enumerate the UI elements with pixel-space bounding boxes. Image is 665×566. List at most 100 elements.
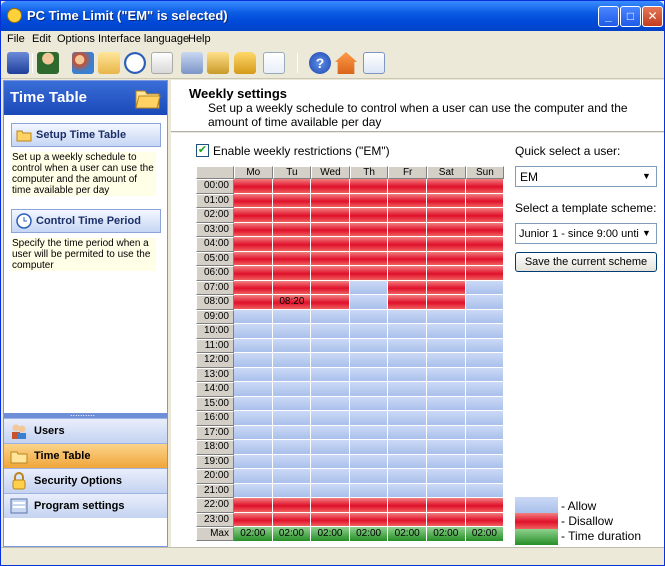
schedule-cell[interactable]: [465, 222, 505, 237]
user-select[interactable]: EM ▼: [515, 166, 657, 187]
schedule-cell[interactable]: [311, 222, 350, 237]
schedule-cell[interactable]: [272, 454, 312, 469]
schedule-cell[interactable]: [311, 208, 350, 223]
schedule-cell[interactable]: [349, 425, 389, 440]
maximize-button[interactable]: □: [620, 6, 641, 27]
table-settings-icon[interactable]: [181, 52, 203, 74]
schedule-cell[interactable]: [349, 251, 389, 266]
schedule-cell[interactable]: [349, 309, 389, 324]
schedule-cell[interactable]: [234, 498, 273, 513]
schedule-cell[interactable]: [465, 469, 505, 484]
save-icon[interactable]: [7, 52, 29, 74]
max-duration-cell[interactable]: 02:00: [427, 527, 466, 541]
nav-item-security-options[interactable]: Security Options: [4, 468, 167, 493]
schedule-cell[interactable]: [234, 425, 273, 440]
schedule-cell[interactable]: [234, 193, 273, 208]
schedule-cell[interactable]: [272, 483, 312, 498]
schedule-cell[interactable]: [427, 208, 466, 223]
schedule-cell[interactable]: [272, 512, 312, 527]
schedule-cell[interactable]: [388, 295, 427, 310]
schedule-cell[interactable]: [388, 309, 427, 324]
schedule-cell[interactable]: [465, 411, 505, 426]
schedule-cell[interactable]: [272, 309, 312, 324]
menu-edit[interactable]: Edit: [32, 33, 51, 45]
schedule-cell[interactable]: [388, 367, 427, 382]
control-time-period-button[interactable]: Control Time Period: [11, 209, 161, 233]
schedule-cell[interactable]: [272, 251, 312, 266]
max-duration-cell[interactable]: 02:00: [311, 527, 350, 541]
schedule-cell[interactable]: [272, 193, 312, 208]
schedule-cell[interactable]: [427, 280, 466, 295]
schedule-cell[interactable]: [272, 367, 312, 382]
schedule-cell[interactable]: [465, 483, 505, 498]
schedule-cell[interactable]: [388, 411, 427, 426]
schedule-cell[interactable]: [427, 324, 466, 339]
schedule-cell[interactable]: [349, 469, 389, 484]
schedule-cell[interactable]: [349, 454, 389, 469]
help-icon[interactable]: ?: [309, 52, 331, 74]
schedule-cell[interactable]: [272, 324, 312, 339]
schedule-cell[interactable]: [388, 382, 427, 397]
schedule-cell[interactable]: [311, 512, 350, 527]
schedule-cell[interactable]: [388, 483, 427, 498]
menu-interface-language[interactable]: Interface language: [98, 33, 189, 45]
schedule-cell[interactable]: [234, 353, 273, 368]
schedule-cell[interactable]: [234, 251, 273, 266]
schedule-cell[interactable]: [388, 324, 427, 339]
schedule-cell[interactable]: [311, 367, 350, 382]
schedule-cell[interactable]: [427, 425, 466, 440]
schedule-cell[interactable]: [427, 338, 466, 353]
schedule-cell[interactable]: [427, 454, 466, 469]
schedule-cell[interactable]: [465, 309, 505, 324]
schedule-cell[interactable]: [349, 266, 389, 281]
schedule-cell[interactable]: [465, 512, 505, 527]
schedule-cell[interactable]: [388, 454, 427, 469]
schedule-cell[interactable]: [311, 338, 350, 353]
menu-file[interactable]: File: [7, 33, 25, 45]
schedule-cell[interactable]: [388, 512, 427, 527]
schedule-cell[interactable]: [272, 266, 312, 281]
schedule-cell[interactable]: [427, 266, 466, 281]
schedule-cell[interactable]: [427, 498, 466, 513]
template-scheme-select[interactable]: Junior 1 - since 9:00 until ▼: [515, 223, 657, 244]
schedule-cell[interactable]: [427, 295, 466, 310]
menu-help[interactable]: Help: [188, 33, 211, 45]
schedule-cell[interactable]: [311, 295, 350, 310]
schedule-cell[interactable]: [349, 353, 389, 368]
schedule-cell[interactable]: [427, 222, 466, 237]
schedule-cell[interactable]: [234, 324, 273, 339]
schedule-cell[interactable]: [311, 396, 350, 411]
schedule-cell[interactable]: [234, 411, 273, 426]
enable-restrictions-checkbox[interactable]: ✔: [196, 144, 209, 157]
schedule-cell[interactable]: [234, 266, 273, 281]
schedule-cell[interactable]: [388, 440, 427, 455]
schedule-cell[interactable]: [388, 251, 427, 266]
schedule-cell[interactable]: [388, 208, 427, 223]
schedule-cell[interactable]: [349, 382, 389, 397]
schedule-cell[interactable]: [234, 367, 273, 382]
schedule-cell[interactable]: [234, 440, 273, 455]
minimize-button[interactable]: _: [598, 6, 619, 27]
schedule-cell[interactable]: [388, 237, 427, 252]
nav-item-program-settings[interactable]: Program settings: [4, 493, 167, 518]
schedule-cell[interactable]: [388, 179, 427, 194]
schedule-cell[interactable]: [272, 440, 312, 455]
schedule-cell[interactable]: [465, 425, 505, 440]
menu-options[interactable]: Options: [57, 33, 95, 45]
schedule-cell[interactable]: [349, 237, 389, 252]
schedule-cell[interactable]: [234, 280, 273, 295]
schedule-cell[interactable]: [234, 309, 273, 324]
schedule-cell[interactable]: [349, 338, 389, 353]
schedule-cell[interactable]: [311, 454, 350, 469]
schedule-cell[interactable]: [388, 266, 427, 281]
schedule-cell[interactable]: [349, 179, 389, 194]
schedule-cell[interactable]: [427, 396, 466, 411]
schedule-cell[interactable]: [349, 483, 389, 498]
close-button[interactable]: ✕: [642, 6, 663, 27]
schedule-cell[interactable]: [427, 251, 466, 266]
schedule-cell[interactable]: [465, 295, 505, 310]
schedule-cell[interactable]: [465, 454, 505, 469]
keys-icon[interactable]: [207, 52, 229, 74]
setup-time-table-button[interactable]: Setup Time Table: [11, 123, 161, 147]
schedule-cell[interactable]: [272, 469, 312, 484]
